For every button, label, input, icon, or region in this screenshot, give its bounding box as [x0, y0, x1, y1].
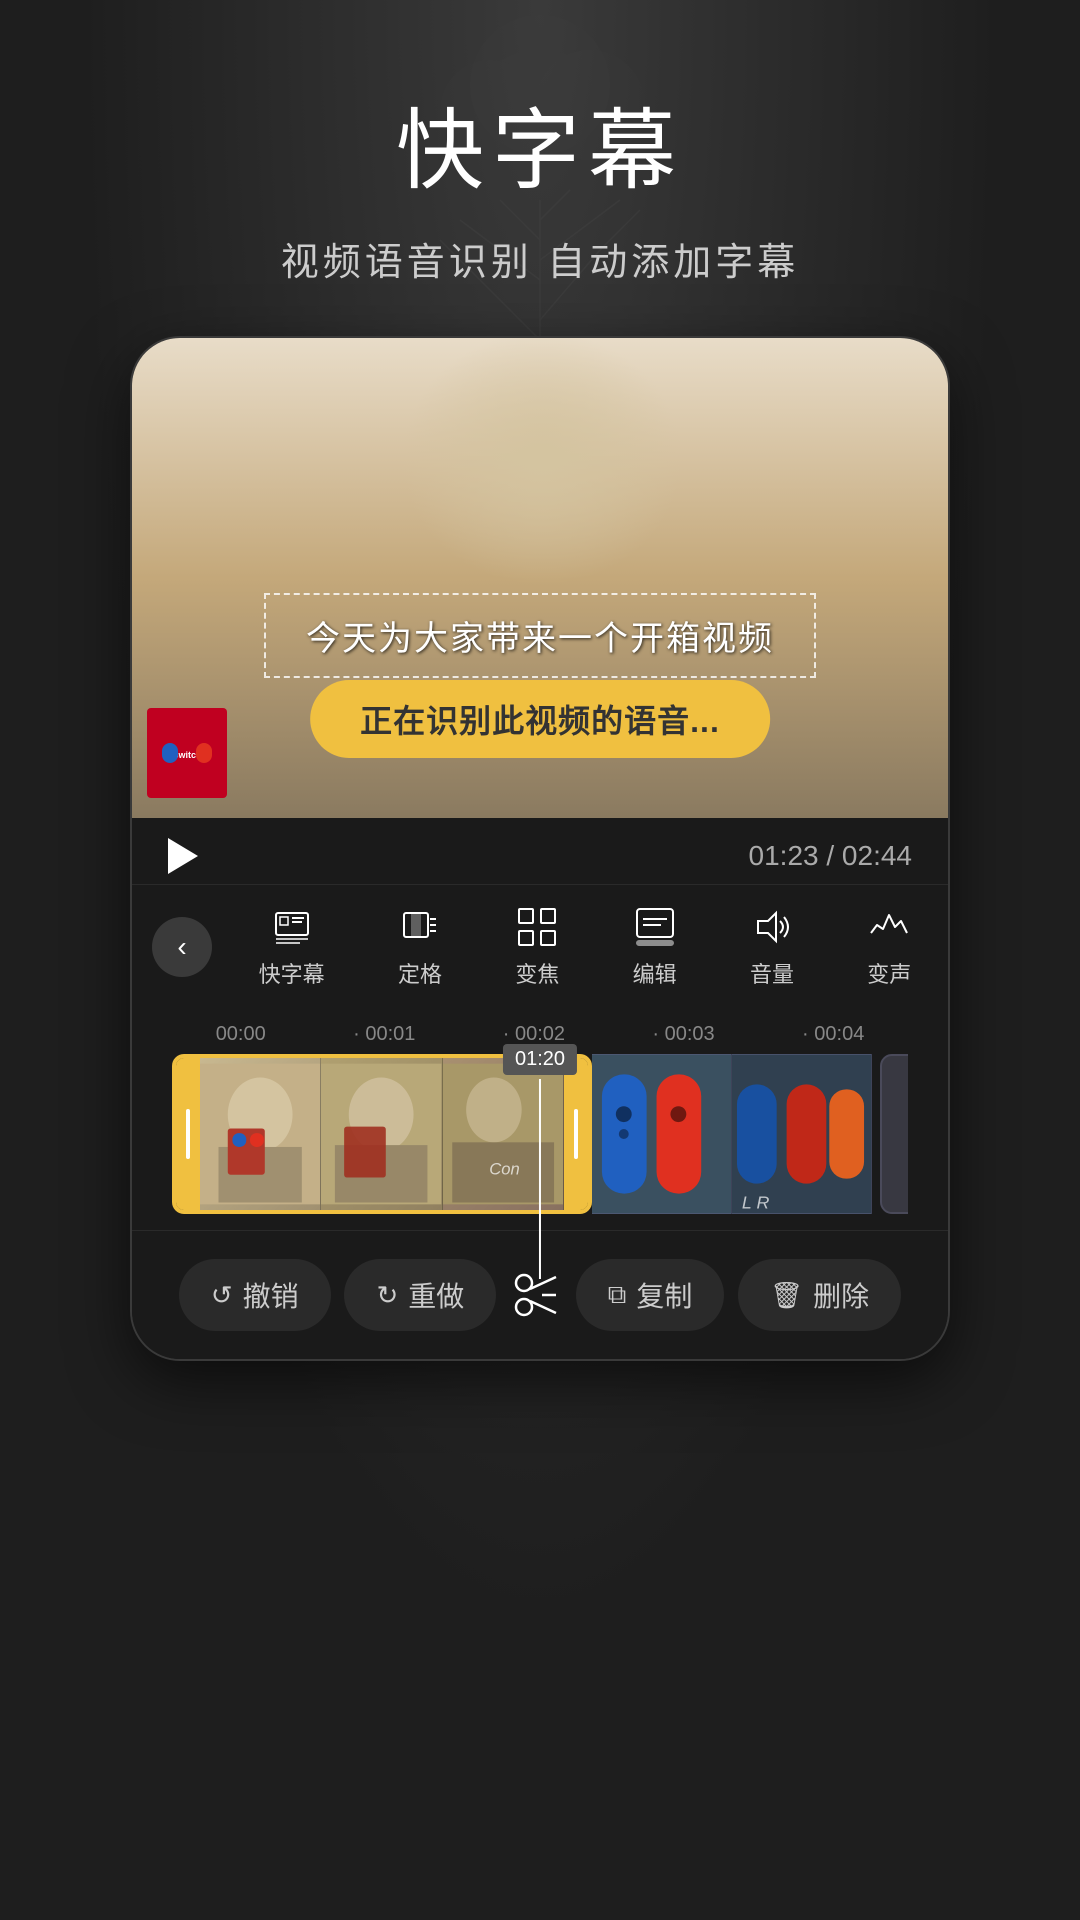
delete-button[interactable]: 🗑 删除: [738, 1259, 901, 1331]
delete-label: 删除: [813, 1275, 869, 1315]
subtitle-text: 今天为大家带来一个开箱视频: [306, 620, 774, 658]
video-preview-area: Switch 今天为大家带来一个开箱视频 正在识别此视频的语音...: [132, 338, 948, 818]
ruler-mark-3: · 00:03: [652, 1023, 714, 1046]
handle-bar-left: [186, 1109, 190, 1159]
processing-badge: 正在识别此视频的语音...: [310, 680, 770, 758]
redo-icon: ↻: [376, 1280, 398, 1311]
undo-label: 撤销: [243, 1275, 299, 1315]
volume-icon: [750, 905, 794, 949]
playhead: 01:20: [503, 1044, 577, 1279]
page-subtitle: 视频语音识别 自动添加字幕: [0, 231, 1080, 286]
product-box: Switch: [147, 708, 227, 798]
ruler-mark-0: 00:00: [216, 1023, 266, 1046]
back-icon: ‹: [177, 933, 186, 961]
subtitle-icon: [270, 905, 314, 949]
toolbar-label-biasheng: 变声: [867, 957, 911, 989]
toolbar-item-bianjiao[interactable]: 变焦: [515, 905, 559, 989]
toolbar: ‹ 快字幕: [132, 884, 948, 1013]
back-button[interactable]: ‹: [152, 917, 212, 977]
toolbar-items: 快字幕 定格: [222, 905, 948, 989]
time-display: 01:23 / 02:44: [749, 840, 912, 872]
processing-text: 正在识别此视频的语音...: [360, 703, 720, 739]
phone-mockup: Switch 今天为大家带来一个开箱视频 正在识别此视频的语音...: [130, 336, 950, 1361]
redo-button[interactable]: ↻ 重做: [344, 1259, 496, 1331]
next-clip-frame-1: [592, 1054, 732, 1214]
undo-button[interactable]: ↺ 撤销: [179, 1259, 331, 1331]
timeline-track[interactable]: 01:20: [132, 1054, 948, 1214]
undo-icon: ↺: [211, 1280, 233, 1311]
clip-handle-left[interactable]: [176, 1058, 200, 1210]
play-icon: [168, 838, 198, 874]
zoom-icon: [515, 905, 559, 949]
redo-label: 重做: [408, 1275, 464, 1315]
toolbar-label-bianjiao: 变焦: [515, 957, 559, 989]
toolbar-label-kuzimu: 快字幕: [259, 957, 325, 989]
toolbar-item-dinge[interactable]: 定格: [398, 905, 442, 989]
ruler-mark-4: · 00:04: [802, 1023, 864, 1046]
next-clip-frame-2: L R: [732, 1054, 872, 1214]
ruler-mark-1: · 00:01: [353, 1023, 415, 1046]
clip-frame-2: [321, 1058, 442, 1210]
toolbar-item-yinliang[interactable]: 音量: [750, 905, 794, 989]
toolbar-item-kuzimu[interactable]: 快字幕: [259, 905, 325, 989]
svg-text:L R: L R: [742, 1192, 770, 1212]
toolbar-label-bianji: 编辑: [633, 957, 677, 989]
subtitle-box: 今天为大家带来一个开箱视频: [264, 593, 816, 678]
toolbar-item-biasheng[interactable]: 变声: [867, 905, 911, 989]
copy-icon: ⧉: [608, 1279, 627, 1311]
controls-bar: 01:23 / 02:44: [132, 818, 948, 884]
playhead-time: 01:20: [503, 1044, 577, 1075]
next-clips: L R: [592, 1054, 872, 1214]
copy-label: 复制: [636, 1275, 692, 1315]
timeline-area: 00:00 · 00:01 · 00:02 · 00:03 · 00:04 01…: [132, 1013, 948, 1214]
add-clip-button[interactable]: +: [880, 1054, 908, 1214]
video-frame: Switch 今天为大家带来一个开箱视频 正在识别此视频的语音...: [132, 338, 948, 818]
freeze-icon: [398, 905, 442, 949]
timeline-ruler: 00:00 · 00:01 · 00:02 · 00:03 · 00:04: [132, 1023, 948, 1046]
header: 快字幕 视频语音识别 自动添加字幕: [0, 0, 1080, 286]
delete-icon: 🗑: [770, 1280, 803, 1311]
page-title: 快字幕: [0, 80, 1080, 207]
edit-icon: [633, 905, 677, 949]
toolbar-label-yinliang: 音量: [750, 957, 794, 989]
toolbar-label-dinge: 定格: [398, 957, 442, 989]
clip-frame-1: [200, 1058, 321, 1210]
copy-button[interactable]: ⧉ 复制: [576, 1259, 725, 1331]
voice-icon: [867, 905, 911, 949]
ruler-mark-2: · 00:02: [503, 1023, 565, 1046]
toolbar-item-bianji[interactable]: 编辑: [633, 905, 677, 989]
playhead-line: [539, 1079, 541, 1279]
play-button[interactable]: [168, 838, 198, 874]
